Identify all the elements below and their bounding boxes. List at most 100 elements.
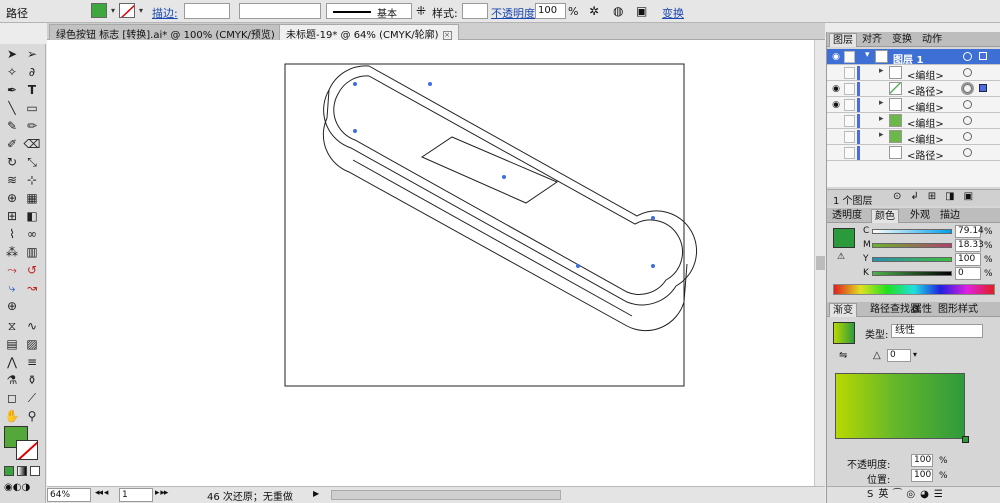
warp-tool-icon[interactable]: ≋ [3, 172, 21, 188]
grid-icon[interactable]: ⁜ [416, 4, 426, 18]
transform-link[interactable]: 变换 [662, 5, 684, 21]
lock-toggle[interactable] [844, 131, 855, 143]
color-fill-swatch[interactable] [833, 228, 855, 248]
first-artboard-icon[interactable]: ◂◂ ◂ [95, 488, 108, 498]
layer-row[interactable]: ▸ <编组> [827, 65, 1000, 82]
fill-swatch[interactable] [91, 3, 107, 18]
vertical-scrollbar[interactable] [814, 40, 826, 486]
tab-align[interactable]: 对齐 [859, 33, 885, 47]
perspective-grid-icon[interactable]: ▦ [23, 190, 41, 206]
scroll-thumb[interactable] [816, 256, 825, 270]
live-paint-icon[interactable]: ⚗ [3, 372, 21, 388]
opacity-input[interactable]: 100 [535, 3, 566, 19]
eraser-tool-icon[interactable]: ⌫ [23, 136, 41, 152]
ime-toolbar[interactable]: S英⁀◎◕☰ [827, 486, 1000, 503]
eyedropper-icon[interactable]: ⌇ [3, 226, 21, 242]
line-tool-icon[interactable]: ╲ [3, 100, 21, 116]
lock-toggle[interactable] [844, 83, 855, 95]
gradient-tool-icon[interactable]: ◧ [23, 208, 41, 224]
lock-toggle[interactable] [844, 147, 855, 159]
layer-name[interactable]: <编组> [907, 67, 944, 82]
zigzag-icon[interactable]: ⋀ [3, 354, 21, 370]
type-tool-icon[interactable]: T [23, 82, 41, 98]
gradient-stop[interactable] [962, 436, 969, 443]
channel-m-value[interactable]: 18.33 [955, 239, 984, 252]
blob-brush-icon[interactable]: ✐ [3, 136, 21, 152]
recolor-icon[interactable]: ✲ [589, 4, 599, 18]
stop-position-input[interactable]: 100 [911, 469, 933, 482]
wave-icon[interactable]: ∿ [23, 318, 41, 334]
lock-toggle[interactable] [844, 115, 855, 127]
layer-name[interactable]: <编组> [907, 115, 944, 130]
tab-layers[interactable]: 图层 [829, 33, 857, 47]
layer-actions-icons[interactable]: ⊙↲⊞◨▣ [893, 191, 982, 202]
align-icon[interactable]: ▣ [636, 4, 647, 18]
rotate-tool-icon[interactable]: ↻ [3, 154, 21, 170]
lock-toggle[interactable] [844, 67, 855, 79]
fill-dropdown-icon[interactable]: ▾ [108, 6, 118, 16]
stroke-link[interactable]: 描边: [152, 5, 178, 21]
expand-icon[interactable]: ▸ [879, 130, 884, 140]
channel-y-value[interactable]: 100 [955, 253, 981, 266]
layer-name[interactable]: 图层 1 [893, 51, 923, 66]
layer-row[interactable]: ◉ <路径> [827, 81, 1000, 98]
visibility-eye-icon[interactable] [830, 147, 842, 159]
target-tool-icon[interactable]: ⊕ [3, 298, 21, 314]
free-transform-icon[interactable]: ⊹ [23, 172, 41, 188]
color-spectrum-bar[interactable] [833, 284, 995, 295]
screen-mode-icon[interactable]: ◉◐◑ [4, 482, 40, 494]
chart-icon[interactable]: ▨ [23, 336, 41, 352]
lock-toggle[interactable] [844, 99, 855, 111]
stroke-swatch[interactable] [119, 3, 135, 18]
channel-k-slider[interactable] [872, 271, 952, 276]
selection-tool-icon[interactable]: ➤ [3, 46, 21, 62]
zoom-tool-icon[interactable]: ⚲ [23, 408, 41, 424]
expand-icon[interactable]: ▾ [865, 50, 870, 60]
channel-y-slider[interactable] [872, 257, 952, 262]
midpoint-track[interactable] [833, 365, 995, 370]
opacity-link[interactable]: 不透明度: [491, 5, 539, 21]
gradient-mode-icon[interactable] [17, 466, 27, 476]
expand-icon[interactable]: ▸ [879, 66, 884, 76]
channel-m-slider[interactable] [872, 243, 952, 248]
target-icon[interactable] [963, 116, 972, 125]
close-icon[interactable]: × [442, 30, 452, 40]
layer-row[interactable]: ▸ <编组> [827, 129, 1000, 146]
tab-appearance[interactable]: 外观 [907, 209, 933, 223]
visibility-eye-icon[interactable] [830, 67, 842, 79]
status-menu-icon[interactable]: ▶ [313, 489, 319, 498]
width-tool-icon[interactable]: ⤷ [3, 280, 21, 296]
artboard-tool-icon[interactable]: ⤳ [3, 262, 21, 278]
magic-wand-icon[interactable]: ✧ [3, 64, 21, 80]
pen-tool-icon[interactable]: ✒ [3, 82, 21, 98]
visibility-eye-icon[interactable] [830, 115, 842, 127]
layer-name[interactable]: <编组> [907, 99, 944, 114]
tab-graphic-styles[interactable]: 图形样式 [935, 303, 981, 317]
visibility-eye-icon[interactable]: ◉ [830, 83, 842, 95]
target-icon[interactable] [963, 84, 972, 93]
tab-transparency[interactable]: 透明度 [829, 209, 865, 223]
layer-row[interactable]: ▸ <编组> [827, 113, 1000, 130]
gradient-angle-input[interactable]: 0 [887, 349, 911, 362]
graphic-style-select[interactable] [462, 3, 488, 19]
target-icon[interactable] [963, 148, 972, 157]
tab-color[interactable]: 颜色 [871, 209, 899, 223]
globe-icon[interactable]: ◍ [613, 4, 623, 18]
visibility-eye-icon[interactable] [830, 131, 842, 143]
tab-transform[interactable]: 变换 [889, 33, 915, 47]
gradient-type-select[interactable]: 线性 [891, 324, 983, 338]
stroke-dropdown-icon[interactable]: ▾ [136, 6, 146, 16]
target-icon[interactable] [963, 68, 972, 77]
horizontal-scrollbar[interactable] [331, 490, 561, 500]
reverse-gradient-icon[interactable]: ⇋ [839, 350, 847, 361]
blend-tool-icon[interactable]: ∞ [23, 226, 41, 242]
target-icon[interactable] [963, 100, 972, 109]
live-paint-select-icon[interactable]: ⚱ [23, 372, 41, 388]
scale-tool-icon[interactable]: ⤡ [23, 154, 41, 170]
hand-tool-icon[interactable]: ✋ [3, 408, 21, 424]
variable-width-select[interactable] [239, 3, 321, 19]
artboard-canvas[interactable] [47, 40, 825, 486]
channel-k-value[interactable]: 0 [955, 267, 981, 280]
shape-builder-icon[interactable]: ⊕ [3, 190, 21, 206]
color-mode-icon[interactable] [4, 466, 14, 476]
